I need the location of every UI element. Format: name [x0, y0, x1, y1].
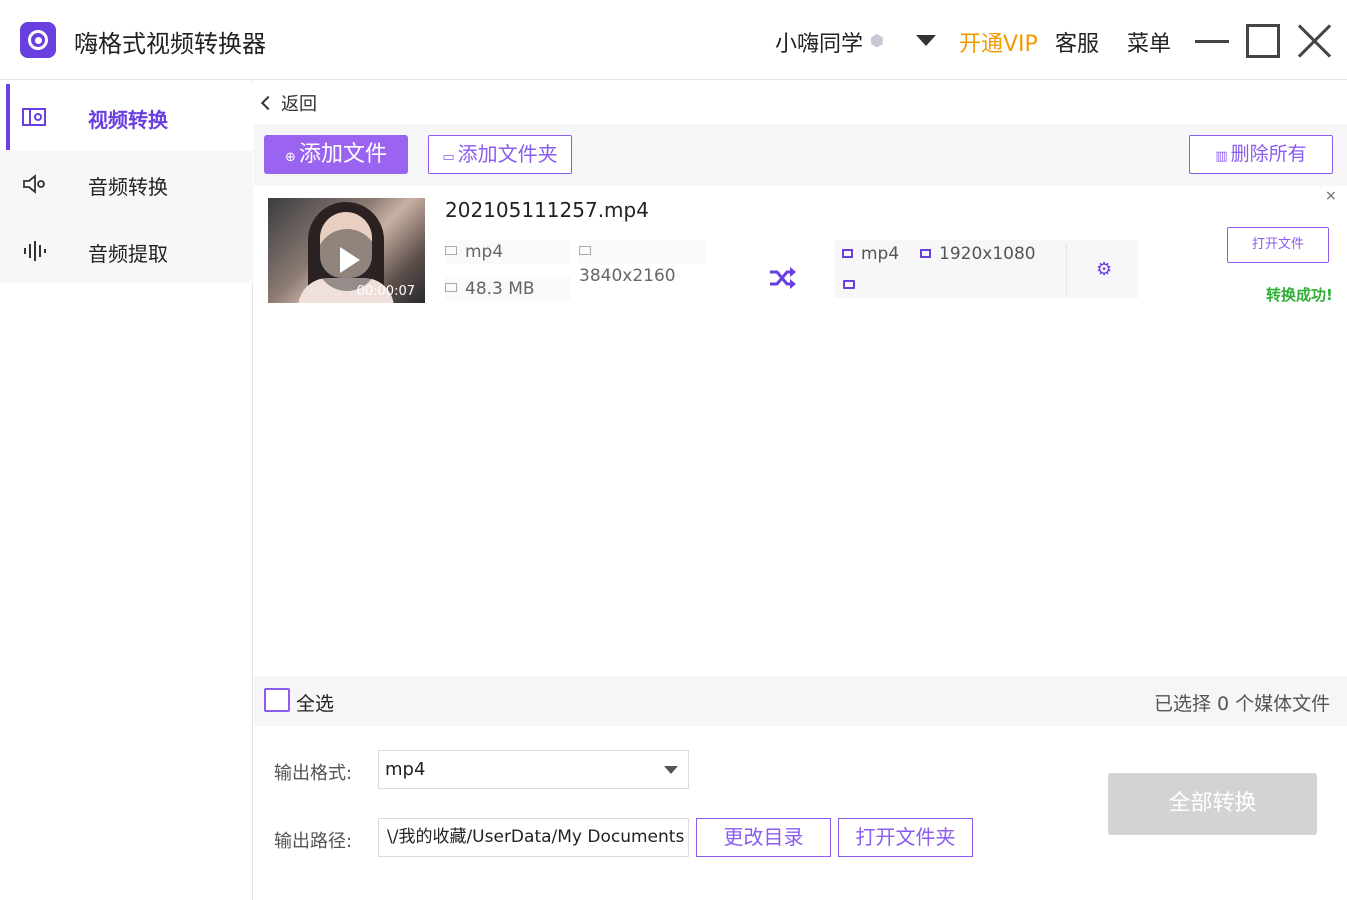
- speaker-icon: [23, 174, 45, 194]
- selected-count: 已选择 0 个媒体文件: [1154, 693, 1331, 715]
- folder-icon: [445, 283, 457, 292]
- title-bar: 嗨格式视频转换器 小嗨同学 ⬢ 开通VIP 客服 菜单: [0, 0, 1347, 80]
- minimize-icon[interactable]: [1195, 40, 1229, 43]
- trash-icon: ▥: [1215, 149, 1228, 164]
- file-size: 48.3 MB: [445, 277, 571, 301]
- back-button[interactable]: 返回: [260, 90, 317, 116]
- sidebar-item-label: 音频转换: [88, 175, 168, 199]
- sidebar-item-audio-extract[interactable]: 音频提取: [0, 218, 253, 284]
- app-title: 嗨格式视频转换器: [74, 30, 266, 58]
- add-folder-button[interactable]: ▭ 添加文件夹: [428, 135, 572, 174]
- status-badge: 转换成功!: [1266, 286, 1333, 304]
- user-badge-icon: ⬢: [870, 31, 884, 50]
- resolution-icon: [920, 249, 931, 258]
- maximize-icon[interactable]: [1246, 24, 1280, 58]
- output-path-input[interactable]: \/我的收藏/UserData/My Documents: [378, 818, 689, 857]
- menu-link[interactable]: 菜单: [1127, 26, 1171, 58]
- open-folder-button[interactable]: 打开文件夹: [838, 818, 973, 857]
- folder-icon: ▭: [442, 150, 455, 165]
- output-format-select[interactable]: mp4: [378, 750, 689, 789]
- convert-all-button[interactable]: 全部转换: [1108, 773, 1317, 835]
- source-resolution: 3840x2160: [579, 240, 705, 286]
- gear-icon[interactable]: ⚙: [1096, 261, 1116, 279]
- sidebar-item-label: 音频提取: [88, 242, 168, 266]
- plus-circle-icon: ⊕: [285, 150, 296, 165]
- change-directory-button[interactable]: 更改目录: [696, 818, 831, 857]
- output-folder-icon[interactable]: [843, 280, 855, 289]
- app-logo-icon: [20, 22, 56, 58]
- output-format-value: mp4: [385, 759, 426, 780]
- user-dropdown-chevron-icon[interactable]: [916, 35, 936, 46]
- active-indicator: [6, 84, 10, 150]
- video-format-icon: [445, 246, 457, 255]
- add-file-button[interactable]: ⊕ 添加文件: [264, 135, 408, 174]
- sidebar: 视频转换 音频转换 音频提取: [0, 81, 253, 900]
- user-name[interactable]: 小嗨同学: [775, 26, 863, 58]
- delete-all-button[interactable]: ▥ 删除所有: [1189, 135, 1333, 174]
- close-window-icon[interactable]: [1296, 22, 1334, 60]
- toolbar: [254, 124, 1347, 186]
- chevron-down-icon: [664, 766, 678, 774]
- sidebar-item-audio-convert[interactable]: 音频转换: [0, 151, 253, 217]
- chevron-left-icon: [260, 95, 276, 111]
- file-name: 202105111257.mp4: [445, 198, 649, 222]
- output-path-label: 输出路径:: [274, 831, 353, 852]
- play-icon[interactable]: [316, 229, 378, 291]
- video-thumbnail[interactable]: 00:00:07: [268, 198, 425, 303]
- shuffle-convert-icon: [770, 267, 796, 289]
- output-format: mp4: [842, 244, 899, 264]
- select-all-checkbox[interactable]: [264, 688, 290, 712]
- close-icon[interactable]: ×: [1325, 188, 1337, 204]
- video-convert-icon: [22, 108, 46, 126]
- customer-service-link[interactable]: 客服: [1055, 26, 1099, 58]
- divider: [1066, 244, 1067, 296]
- video-duration: 00:00:07: [356, 284, 415, 299]
- open-file-button[interactable]: 打开文件: [1227, 227, 1329, 263]
- sidebar-item-video-convert[interactable]: 视频转换: [0, 84, 253, 150]
- sidebar-item-label: 视频转换: [88, 108, 168, 132]
- source-format: mp4: [445, 240, 569, 264]
- output-format-label: 输出格式:: [274, 763, 353, 784]
- output-resolution: 1920x1080: [920, 244, 1036, 264]
- waveform-icon: [24, 241, 46, 261]
- select-all-label: 全选: [296, 693, 335, 715]
- resolution-icon: [579, 246, 591, 255]
- video-format-icon: [842, 249, 853, 258]
- vip-link[interactable]: 开通VIP: [959, 26, 1038, 58]
